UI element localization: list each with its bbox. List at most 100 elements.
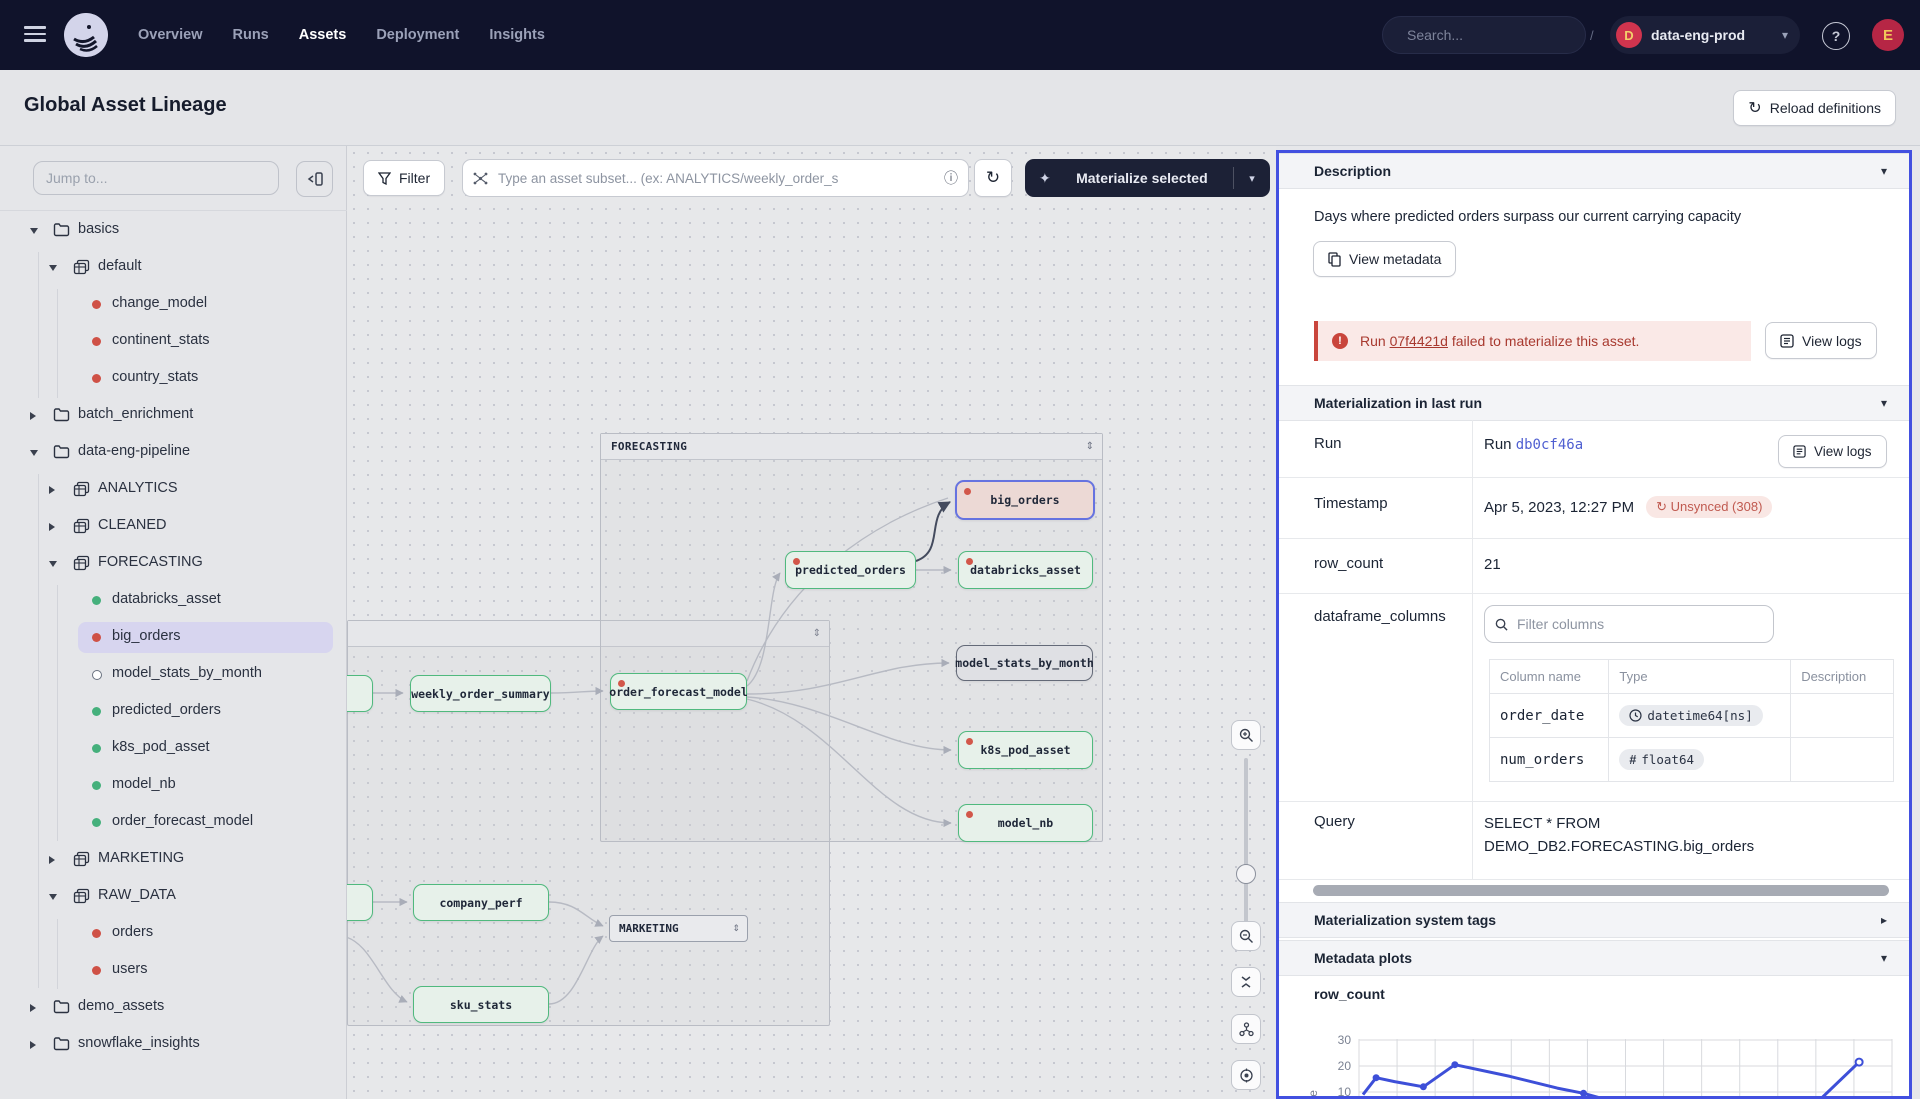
asset-subset-input[interactable] bbox=[496, 170, 944, 187]
collapse-groups-button[interactable] bbox=[1231, 967, 1261, 997]
sidebar-item-basics[interactable]: basics bbox=[0, 212, 347, 249]
column-name-cell: num_orders bbox=[1490, 738, 1609, 782]
sidebar-item-ANALYTICS[interactable]: ANALYTICS bbox=[0, 471, 347, 508]
caret-right-icon[interactable] bbox=[49, 523, 55, 531]
asset-node-model_nb[interactable]: model_nb bbox=[958, 804, 1093, 842]
search-input[interactable] bbox=[1405, 26, 1590, 44]
asset-node-partial[interactable] bbox=[347, 884, 373, 921]
asset-node-sku_stats[interactable]: sku_stats bbox=[413, 986, 549, 1023]
lineage-graph-canvas[interactable]: ⇕FORECASTING⇕MARKETING⇕ big_ordersdatabr… bbox=[347, 146, 1276, 1099]
node-label: model_nb bbox=[998, 816, 1053, 830]
search-box[interactable]: / bbox=[1382, 16, 1586, 54]
sidebar-item-country_stats[interactable]: country_stats bbox=[0, 360, 347, 397]
view-logs-button-run[interactable]: View logs bbox=[1778, 435, 1887, 468]
asset-node-k8s_pod_asset[interactable]: k8s_pod_asset bbox=[958, 731, 1093, 769]
sidebar-item-orders[interactable]: orders bbox=[0, 915, 347, 952]
caret-right-icon[interactable] bbox=[49, 856, 55, 864]
caret-right-icon[interactable] bbox=[30, 1004, 36, 1012]
recenter-button[interactable] bbox=[1231, 1060, 1261, 1090]
sidebar-item-big_orders[interactable]: big_orders bbox=[0, 619, 347, 656]
sidebar-item-default[interactable]: default bbox=[0, 249, 347, 286]
run-id-link[interactable]: db0cf46a bbox=[1516, 437, 1583, 453]
caret-down-icon[interactable] bbox=[49, 265, 57, 271]
graph-layout-button[interactable] bbox=[1231, 1014, 1261, 1044]
asset-node-predicted_orders[interactable]: predicted_orders bbox=[785, 551, 916, 589]
sidebar-item-k8s_pod_asset[interactable]: k8s_pod_asset bbox=[0, 730, 347, 767]
group-header[interactable]: FORECASTING ⇕ bbox=[601, 434, 1102, 460]
view-metadata-label: View metadata bbox=[1349, 251, 1441, 267]
sidebar-item-continent_stats[interactable]: continent_stats bbox=[0, 323, 347, 360]
asset-node-partial[interactable] bbox=[347, 675, 373, 712]
filter-columns-input[interactable] bbox=[1515, 615, 1763, 633]
tree-label: CLEANED bbox=[98, 517, 167, 533]
asset-status-dot-icon bbox=[92, 818, 101, 827]
user-avatar[interactable]: E bbox=[1872, 19, 1904, 51]
section-header-system-tags[interactable]: Materialization system tags ▸ bbox=[1279, 902, 1909, 938]
reload-definitions-button[interactable]: ↻ Reload definitions bbox=[1733, 90, 1896, 126]
sidebar-item-databricks_asset[interactable]: databricks_asset bbox=[0, 582, 347, 619]
sidebar-item-model_nb[interactable]: model_nb bbox=[0, 767, 347, 804]
nav-item-insights[interactable]: Insights bbox=[489, 27, 545, 43]
caret-down-icon[interactable] bbox=[49, 894, 57, 900]
filter-button[interactable]: Filter bbox=[363, 160, 445, 196]
nav-item-overview[interactable]: Overview bbox=[138, 27, 203, 43]
section-header-materialization[interactable]: Materialization in last run ▾ bbox=[1279, 385, 1909, 421]
group-title: FORECASTING bbox=[611, 440, 687, 453]
refresh-graph-button[interactable]: ↻ bbox=[974, 159, 1012, 197]
asset-node-company_perf[interactable]: company_perf bbox=[413, 884, 549, 921]
asset-node-big_orders[interactable]: big_orders bbox=[955, 480, 1095, 520]
caret-down-icon[interactable] bbox=[30, 228, 38, 234]
caret-right-icon[interactable] bbox=[30, 1041, 36, 1049]
caret-right-icon[interactable] bbox=[30, 412, 36, 420]
dagster-logo-icon[interactable] bbox=[64, 13, 108, 57]
collapsed-group-MARKETING[interactable]: MARKETING⇕ bbox=[609, 915, 748, 942]
sidebar-item-snowflake_insights[interactable]: snowflake_insights bbox=[0, 1026, 347, 1063]
unsynced-badge[interactable]: ↻ Unsynced (308) bbox=[1646, 496, 1772, 518]
caret-right-icon[interactable] bbox=[49, 486, 55, 494]
asset-status-dot-icon bbox=[92, 744, 101, 753]
zoom-in-button[interactable] bbox=[1231, 720, 1261, 750]
caret-down-icon[interactable] bbox=[30, 450, 38, 456]
sidebar-item-batch_enrichment[interactable]: batch_enrichment bbox=[0, 397, 347, 434]
caret-down-icon[interactable] bbox=[49, 561, 57, 567]
horizontal-scrollbar[interactable] bbox=[1313, 885, 1889, 896]
failed-run-link[interactable]: 07f4421d bbox=[1390, 333, 1448, 349]
alert-icon: ! bbox=[1332, 333, 1348, 349]
hamburger-menu-icon[interactable] bbox=[24, 26, 46, 44]
sidebar-item-predicted_orders[interactable]: predicted_orders bbox=[0, 693, 347, 730]
materialize-dropdown-caret[interactable]: ▾ bbox=[1234, 172, 1270, 185]
help-button[interactable]: ? bbox=[1822, 22, 1850, 50]
asset-node-model_stats_by_month[interactable]: model_stats_by_month bbox=[956, 645, 1093, 681]
sidebar-item-demo_assets[interactable]: demo_assets bbox=[0, 989, 347, 1026]
sidebar-item-FORECASTING[interactable]: FORECASTING bbox=[0, 545, 347, 582]
view-metadata-button[interactable]: View metadata bbox=[1313, 241, 1456, 277]
zoom-out-button[interactable] bbox=[1231, 921, 1261, 951]
materialize-selected-button[interactable]: ✦ Materialize selected ▾ bbox=[1025, 159, 1270, 197]
sidebar-item-MARKETING[interactable]: MARKETING bbox=[0, 841, 347, 878]
section-header-description[interactable]: Description ▾ bbox=[1279, 153, 1909, 189]
group-collapse-icon[interactable]: ⇕ bbox=[1086, 441, 1094, 452]
nav-item-runs[interactable]: Runs bbox=[233, 27, 269, 43]
sidebar-item-RAW_DATA[interactable]: RAW_DATA bbox=[0, 878, 347, 915]
sidebar-item-CLEANED[interactable]: CLEANED bbox=[0, 508, 347, 545]
jump-to-input[interactable] bbox=[33, 161, 279, 195]
view-logs-button[interactable]: View logs bbox=[1765, 322, 1877, 359]
asset-node-order_forecast_model[interactable]: order_forecast_model bbox=[610, 673, 747, 710]
deployment-switcher[interactable]: D data-eng-prod ▾ bbox=[1610, 16, 1800, 54]
section-header-metadata-plots[interactable]: Metadata plots ▾ bbox=[1279, 940, 1909, 976]
collapse-sidebar-button[interactable] bbox=[296, 161, 333, 197]
column-divider bbox=[1472, 420, 1473, 879]
sidebar-item-order_forecast_model[interactable]: order_forecast_model bbox=[0, 804, 347, 841]
zoom-slider-handle[interactable] bbox=[1236, 864, 1256, 884]
svg-text:30: 30 bbox=[1338, 1033, 1352, 1047]
asset-node-weekly_order_summary[interactable]: weekly_order_summary bbox=[410, 675, 551, 712]
zoom-slider-track[interactable] bbox=[1244, 758, 1248, 924]
sidebar-item-model_stats_by_month[interactable]: model_stats_by_month bbox=[0, 656, 347, 693]
asset-node-databricks_asset[interactable]: databricks_asset bbox=[958, 551, 1093, 589]
nav-item-deployment[interactable]: Deployment bbox=[376, 27, 459, 43]
sidebar-item-data-eng-pipeline[interactable]: data-eng-pipeline bbox=[0, 434, 347, 471]
sidebar-item-users[interactable]: users bbox=[0, 952, 347, 989]
group-expand-icon[interactable]: ⇕ bbox=[732, 923, 740, 934]
sidebar-item-change_model[interactable]: change_model bbox=[0, 286, 347, 323]
nav-item-assets[interactable]: Assets bbox=[299, 27, 347, 43]
